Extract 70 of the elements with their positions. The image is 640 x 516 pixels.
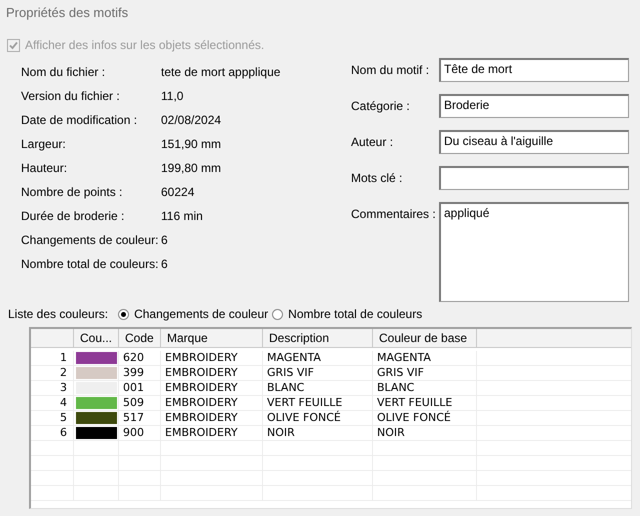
column-header[interactable]: Cou... [74, 329, 119, 348]
table-cell: 517 [119, 411, 161, 425]
comments-field[interactable]: appliqué [439, 202, 629, 302]
row-number: 3 [31, 381, 74, 395]
table-cell: NOIR [263, 426, 373, 440]
field-label: Mots clé : [351, 170, 404, 187]
info-label: Durée de broderie : [21, 208, 126, 225]
input-field[interactable]: Tête de mort [439, 58, 629, 82]
table-cell: EMBROIDERY [161, 396, 263, 410]
column-header[interactable]: Marque [161, 329, 263, 348]
column-header[interactable]: Couleur de base [373, 329, 477, 348]
row-number: 6 [31, 426, 74, 440]
info-label: Date de modification : [21, 112, 138, 129]
table-cell: 001 [119, 381, 161, 395]
column-header[interactable]: Description [263, 329, 373, 348]
info-value: 02/08/2024 [161, 112, 222, 129]
field-label: Commentaires : [351, 206, 437, 223]
table-cell: BLANC [263, 381, 373, 395]
field-label: Auteur : [351, 134, 394, 151]
panel-title: Propriétés des motifs [5, 4, 130, 22]
field-label: Catégorie : [351, 98, 411, 115]
table-cell: NOIR [373, 426, 477, 440]
row-number: 1 [31, 351, 74, 365]
info-label: Nombre de points : [21, 184, 124, 201]
checkbox-label: Afficher des infos sur les objets sélectionnés. [25, 38, 264, 52]
table-cell: EMBROIDERY [161, 351, 263, 365]
column-header[interactable]: Code [119, 329, 161, 348]
table-cell: 399 [119, 366, 161, 380]
table-cell: MAGENTA [373, 351, 477, 365]
info-value: tete de mort appplique [161, 64, 282, 81]
input-field[interactable] [439, 166, 629, 190]
info-value: 6 [161, 232, 169, 249]
info-label: Largeur: [21, 136, 67, 153]
table-cell: BLANC [373, 381, 477, 395]
table-cell: GRIS VIF [373, 366, 477, 380]
info-value: 6 [161, 256, 169, 273]
table-cell: GRIS VIF [263, 366, 373, 380]
info-value: 151,90 mm [161, 136, 222, 153]
table-cell: OLIVE FONCÉ [263, 411, 373, 425]
info-value: 199,80 mm [161, 160, 222, 177]
info-value: 116 min [161, 208, 204, 225]
table-cell: EMBROIDERY [161, 426, 263, 440]
input-field[interactable]: Broderie [439, 94, 629, 118]
radio-label: Changements de couleur [134, 307, 268, 321]
table-cell: EMBROIDERY [161, 411, 263, 425]
table-cell: 620 [119, 351, 161, 365]
table-cell: 900 [119, 426, 161, 440]
table-cell: 509 [119, 396, 161, 410]
radio-button[interactable] [272, 308, 284, 320]
info-label: Nombre total de couleurs: [21, 256, 160, 273]
info-label: Changements de couleur: [21, 232, 160, 249]
row-number: 2 [31, 366, 74, 380]
info-label: Nom du fichier : [21, 64, 106, 81]
table-cell: EMBROIDERY [161, 366, 263, 380]
field-label: Nom du motif : [351, 62, 430, 79]
table-cell: VERT FEUILLE [263, 396, 373, 410]
table-cell: VERT FEUILLE [373, 396, 477, 410]
color-list-label: Liste des couleurs: [8, 307, 108, 321]
table-cell: OLIVE FONCÉ [373, 411, 477, 425]
table-cell: MAGENTA [263, 351, 373, 365]
row-number: 4 [31, 396, 74, 410]
radio-button[interactable] [118, 308, 130, 320]
row-number: 5 [31, 411, 74, 425]
info-label: Hauteur: [21, 160, 68, 177]
info-value: 11,0 [161, 88, 184, 105]
input-field[interactable]: Du ciseau à l'aiguille [439, 130, 629, 154]
info-label: Version du fichier : [21, 88, 121, 105]
radio-label: Nombre total de couleurs [288, 307, 422, 321]
info-value: 60224 [161, 184, 196, 201]
table-cell: EMBROIDERY [161, 381, 263, 395]
